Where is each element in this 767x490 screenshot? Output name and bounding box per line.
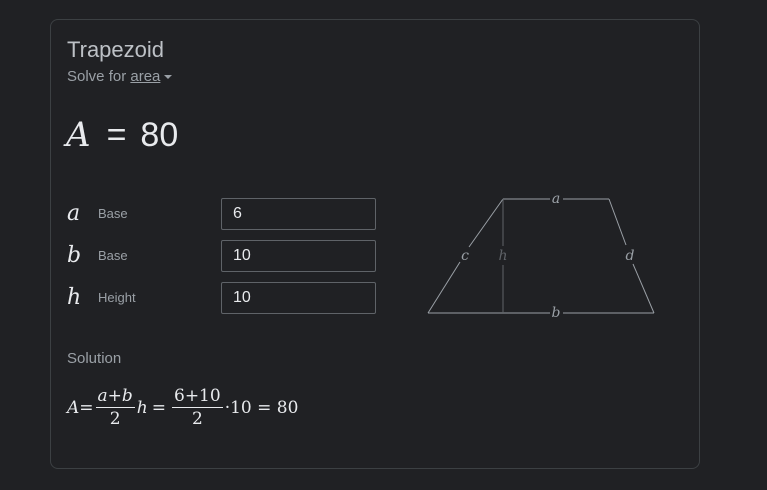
variable-label: Base <box>98 206 128 221</box>
solve-for-selector[interactable]: Solve for area <box>67 68 173 85</box>
formula-fraction-symbolic: a+b 2 <box>95 386 135 430</box>
fraction-numerator: 6+10 <box>172 386 223 408</box>
label-a: a <box>552 191 560 207</box>
label-b: b <box>552 305 561 318</box>
trapezoid-diagram: a b c d h <box>427 191 655 318</box>
formula-product-result: ·10 = 80 <box>224 398 299 418</box>
result-display: A = 80 <box>66 115 178 155</box>
base-a-input[interactable] <box>221 198 376 230</box>
result-symbol: A <box>66 115 91 155</box>
calculator-card: Trapezoid Solve for area A=80 a Base b B… <box>50 19 700 469</box>
result-value: 80 <box>140 116 179 154</box>
formula-lhs: A <box>67 398 80 418</box>
variable-label: Height <box>98 290 136 305</box>
fraction-denominator: 2 <box>109 409 121 429</box>
edge-c-top <box>468 198 504 248</box>
label-c: c <box>461 248 469 264</box>
solution-formula: A = a+b 2 h = 6+10 2 ·10 = 80 <box>67 386 298 430</box>
base-b-input[interactable] <box>221 240 376 272</box>
variable-symbol: a <box>67 201 81 226</box>
edge-c-bottom <box>427 261 461 314</box>
variable-label: Base <box>98 248 128 263</box>
solution-heading: Solution <box>67 350 122 367</box>
label-d: d <box>626 248 635 264</box>
height-input[interactable] <box>221 282 376 314</box>
label-h: h <box>498 248 507 264</box>
formula-fraction-numeric: 6+10 2 <box>172 386 223 430</box>
edge-d-top <box>608 198 627 246</box>
caret-down-icon[interactable] <box>164 75 173 80</box>
solve-target-link[interactable]: area <box>130 68 160 85</box>
fraction-numerator: a+b <box>95 386 135 408</box>
fraction-denominator: 2 <box>191 409 203 429</box>
variable-symbol: h <box>67 285 82 310</box>
card-title: Trapezoid <box>67 37 165 62</box>
edge-d-bottom <box>632 263 655 314</box>
formula-height-var: h <box>136 398 148 418</box>
formula-equals: = <box>79 398 94 418</box>
variable-symbol: b <box>67 243 82 268</box>
result-equals: = <box>106 116 127 154</box>
solve-for-label: Solve for <box>67 68 127 85</box>
formula-equals: = <box>151 398 166 418</box>
